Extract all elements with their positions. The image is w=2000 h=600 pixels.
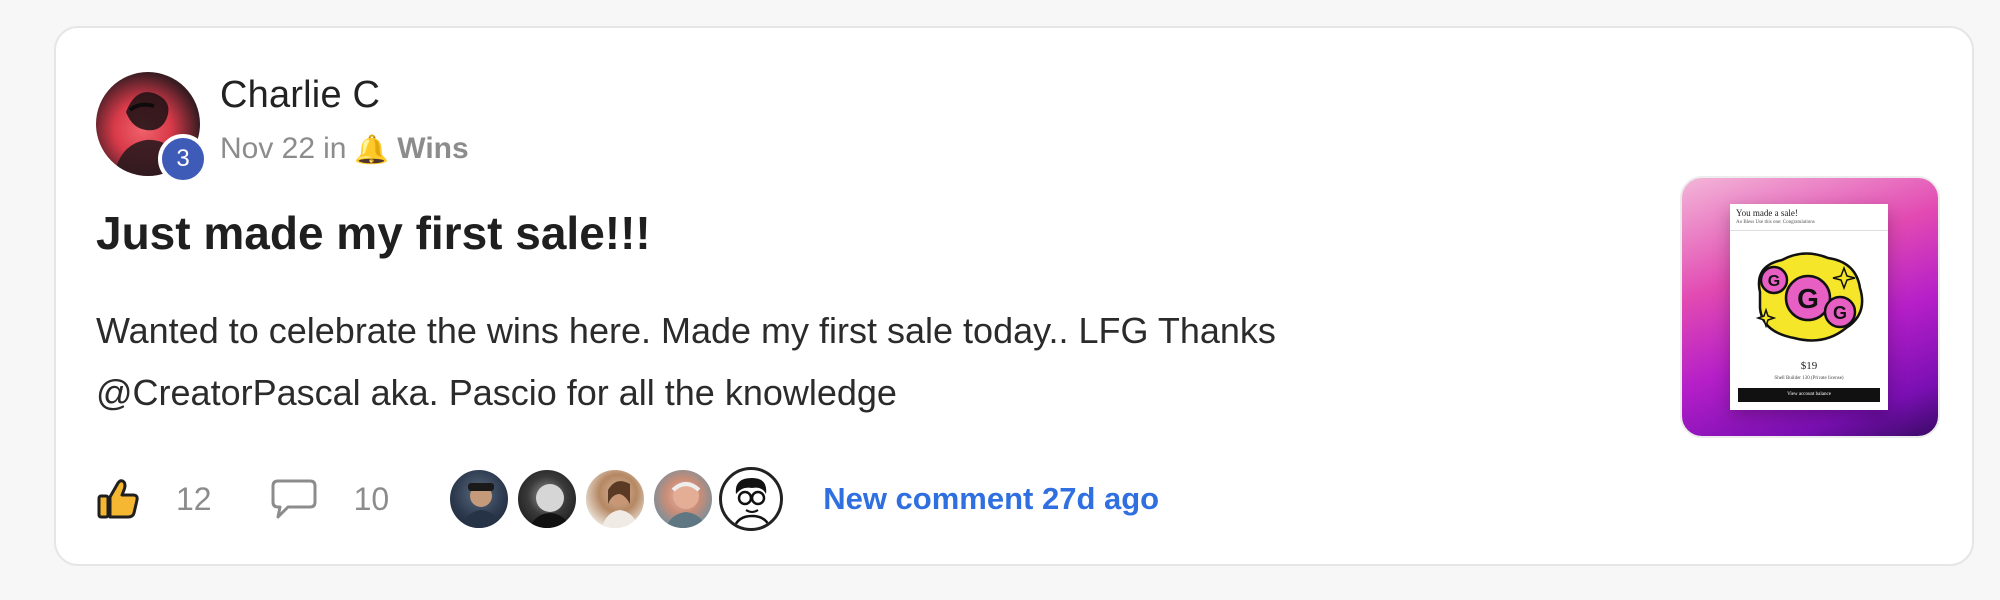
commenter-avatar[interactable]: [583, 467, 648, 531]
commenter-avatar[interactable]: [651, 467, 716, 531]
commenter-avatar[interactable]: [515, 467, 580, 531]
level-badge: 3: [158, 134, 208, 184]
commenter-avatars[interactable]: [447, 467, 787, 531]
like-count: 12: [176, 480, 212, 517]
sale-receipt-image: You made a sale! Ao Bless Use this one: …: [1730, 204, 1888, 410]
receipt-product: Shell Builder 130 (Private license): [1774, 376, 1844, 381]
post-footer: 12 10 New comment 27d ago: [96, 464, 1159, 534]
bell-icon: 🔔: [354, 133, 390, 165]
receipt-button: View account balance: [1738, 388, 1880, 402]
post-date[interactable]: Nov 22: [220, 132, 315, 166]
like-button[interactable]: 12: [96, 477, 212, 521]
svg-text:G: G: [1768, 273, 1780, 290]
new-comment-link[interactable]: New comment 27d ago: [823, 481, 1159, 517]
post-body-line: @CreatorPascal aka. Pascio for all the k…: [96, 372, 897, 413]
commenter-face-icon: [665, 482, 707, 528]
commenter-cartoon-icon: [733, 478, 772, 528]
receipt-price: $19: [1800, 360, 1818, 372]
post-card[interactable]: 3 Charlie C Nov 22 in 🔔 Wins Just made m…: [54, 26, 1974, 566]
receipt-subtitle: Ao Bless Use this one: Congratulations: [1736, 220, 1815, 225]
post-body[interactable]: Wanted to celebrate the wins here. Made …: [96, 300, 1516, 424]
receipt-divider: [1730, 230, 1888, 231]
comment-count: 10: [353, 480, 390, 517]
comment-icon: [271, 479, 317, 519]
post-thumbnail[interactable]: You made a sale! Ao Bless Use this one: …: [1680, 176, 1940, 438]
coins-logo-icon: G G G: [1755, 252, 1864, 342]
thumbs-up-icon: [97, 479, 139, 519]
author-name[interactable]: Charlie C: [220, 74, 380, 117]
author-avatar-wrapper[interactable]: 3: [96, 72, 208, 184]
page: 3 Charlie C Nov 22 in 🔔 Wins Just made m…: [0, 0, 2000, 600]
svg-text:G: G: [1833, 303, 1847, 323]
commenter-avatar[interactable]: [447, 467, 512, 531]
commenter-face-icon: [601, 481, 639, 528]
post-title[interactable]: Just made my first sale!!!: [96, 206, 651, 260]
category-link[interactable]: Wins: [397, 132, 468, 166]
post-body-line: Wanted to celebrate the wins here. Made …: [96, 310, 1276, 351]
commenter-face-icon: [461, 483, 503, 528]
receipt-title: You made a sale!: [1736, 208, 1798, 218]
comment-button[interactable]: 10: [270, 477, 390, 521]
commenter-face-icon: [529, 484, 571, 528]
commenter-avatar[interactable]: [719, 467, 784, 531]
post-meta: Nov 22 in 🔔 Wins: [220, 132, 469, 166]
svg-text:G: G: [1797, 283, 1819, 314]
in-label: in: [323, 132, 347, 165]
